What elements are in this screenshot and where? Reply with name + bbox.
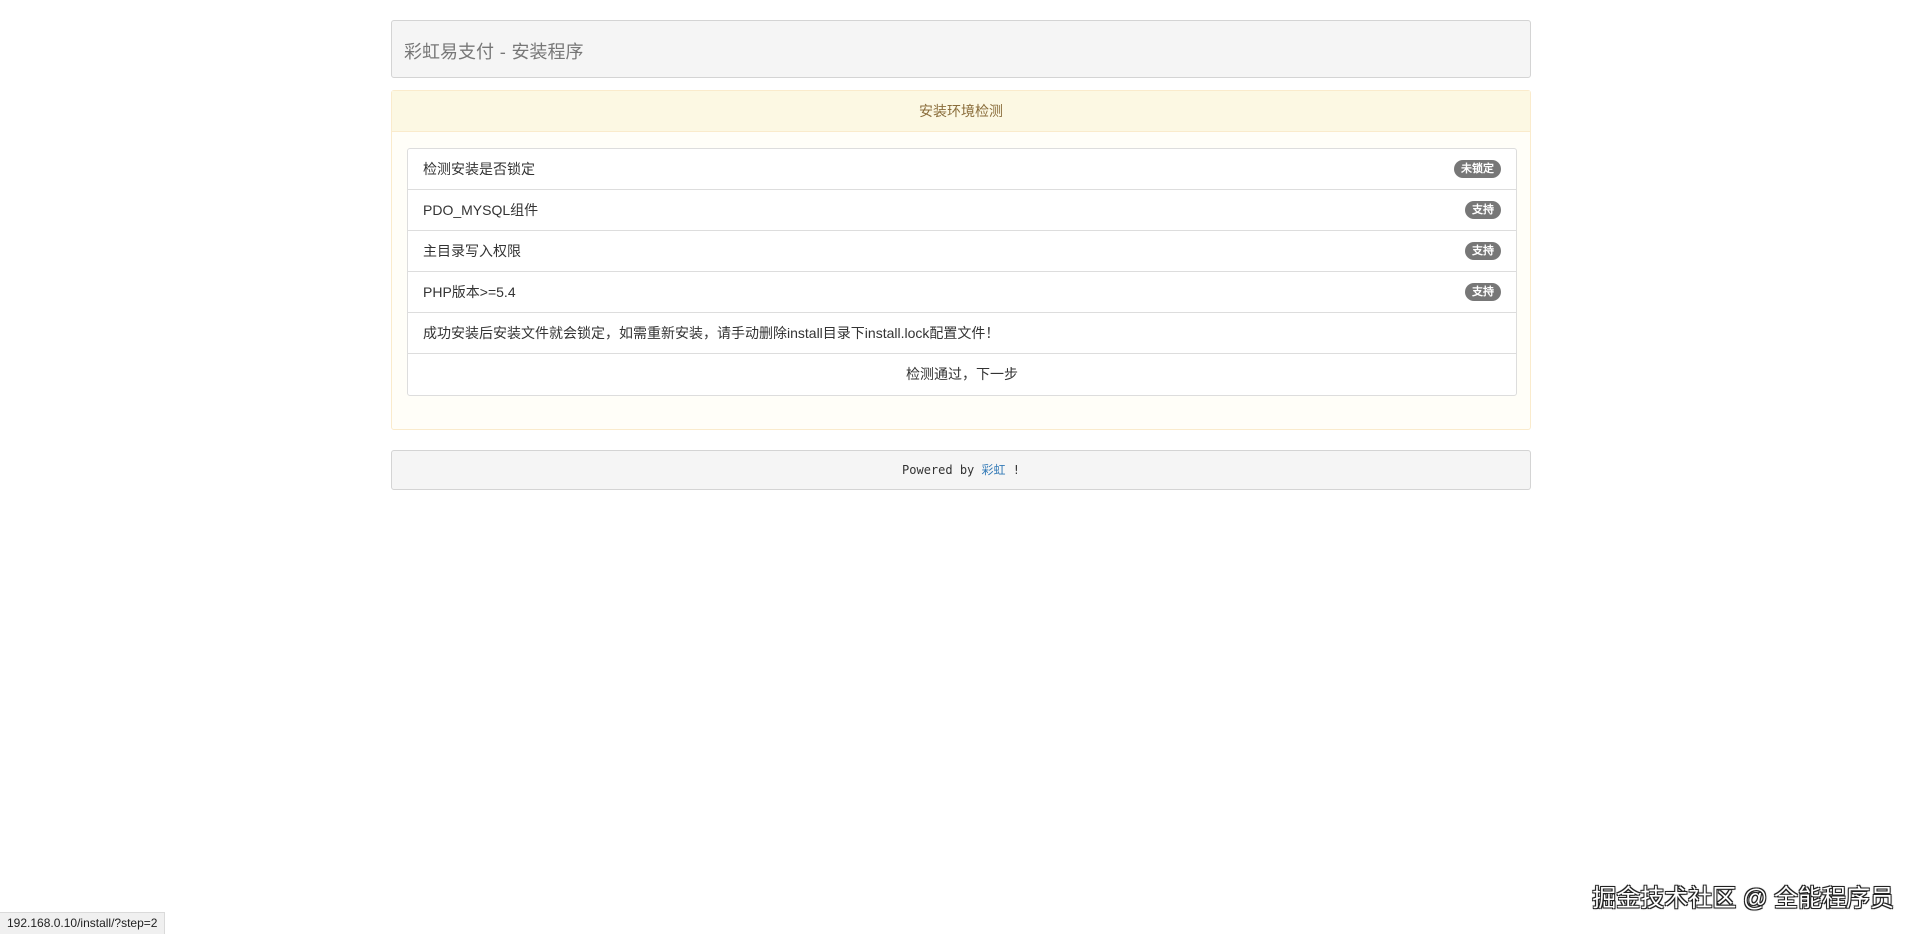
notice-text: 成功安装后安装文件就会锁定，如需重新安装，请手动删除install目录下inst… (423, 325, 1000, 341)
status-badge: 支持 (1465, 201, 1501, 219)
check-item-label: PHP版本>=5.4 (423, 284, 516, 300)
next-step-button[interactable]: 检测通过，下一步 (408, 354, 1516, 395)
install-lock-notice: 成功安装后安装文件就会锁定，如需重新安装，请手动删除install目录下inst… (408, 313, 1516, 354)
check-item-pdo-mysql: PDO_MYSQL组件 支持 (408, 190, 1516, 231)
header-panel: 彩虹易支付 - 安装程序 (391, 20, 1531, 78)
powered-by-text: Powered by (902, 463, 975, 477)
check-list: 检测安装是否锁定 未锁定 PDO_MYSQL组件 支持 主目录写入权限 支持 P… (407, 148, 1517, 396)
status-url: 192.168.0.10/install/?step=2 (7, 916, 158, 930)
footer: Powered by 彩虹 ! (391, 450, 1531, 490)
check-item-label: PDO_MYSQL组件 (423, 202, 539, 218)
check-item-label: 主目录写入权限 (423, 243, 521, 259)
check-item-label: 检测安装是否锁定 (423, 161, 535, 177)
check-item-php-version: PHP版本>=5.4 支持 (408, 272, 1516, 313)
check-item-write-permission: 主目录写入权限 支持 (408, 231, 1516, 272)
next-step-label: 检测通过，下一步 (906, 366, 1018, 382)
footer-suffix: ! (1012, 463, 1020, 477)
page-title: 彩虹易支付 - 安装程序 (404, 42, 584, 63)
environment-check-panel: 安装环境检测 检测安装是否锁定 未锁定 PDO_MYSQL组件 支持 主目录写入… (391, 90, 1531, 430)
check-item-install-lock: 检测安装是否锁定 未锁定 (408, 149, 1516, 190)
status-badge: 未锁定 (1454, 160, 1501, 178)
browser-status-bar: 192.168.0.10/install/?step=2 (0, 912, 166, 934)
footer-author-link[interactable]: 彩虹 (982, 463, 1006, 477)
watermark: 掘金技术社区 @ 全能程序员 (1592, 885, 1894, 912)
status-badge: 支持 (1465, 242, 1501, 260)
status-badge: 支持 (1465, 283, 1501, 301)
panel-heading: 安装环境检测 (392, 91, 1530, 132)
